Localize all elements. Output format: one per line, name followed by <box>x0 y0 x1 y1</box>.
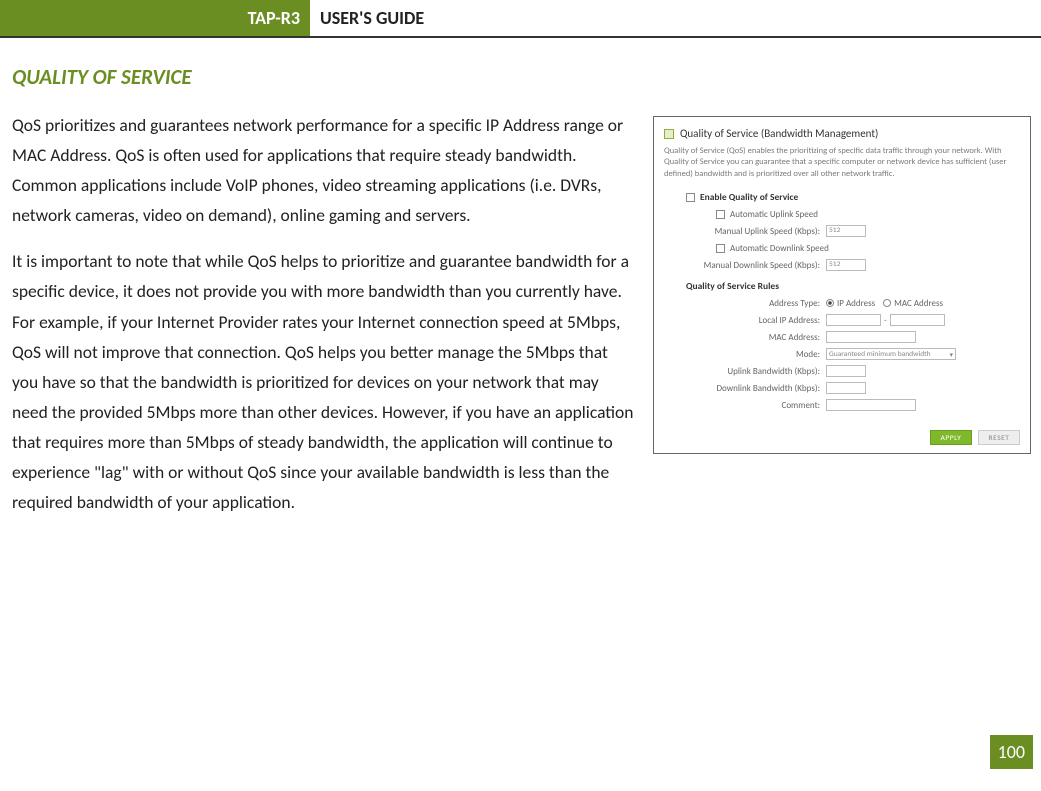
uplink-bw-label: Uplink Bandwidth (Kbps): <box>686 366 826 377</box>
mac-address-label: MAC Address: <box>686 332 826 343</box>
mac-address-input[interactable] <box>826 331 916 343</box>
comment-row: Comment: <box>686 398 1020 412</box>
qos-screenshot-figure: Quality of Service (Bandwidth Management… <box>653 116 1031 454</box>
address-type-label: Address Type: <box>686 298 826 309</box>
reset-button[interactable]: RESET <box>978 430 1020 445</box>
comment-input[interactable] <box>826 399 916 411</box>
downlink-bw-label: Downlink Bandwidth (Kbps): <box>686 383 826 394</box>
uplink-bw-row: Uplink Bandwidth (Kbps): <box>686 364 1020 378</box>
auto-uplink-checkbox[interactable] <box>716 210 725 219</box>
manual-uplink-input[interactable]: 512 <box>826 225 866 237</box>
downlink-bw-input[interactable] <box>826 382 866 394</box>
auto-downlink-row: Automatic Downlink Speed <box>686 241 1020 255</box>
ip-radio-label: IP Address <box>837 298 875 309</box>
figure-buttons: APPLY RESET <box>664 430 1020 445</box>
mac-address-row: MAC Address: <box>686 330 1020 344</box>
address-type-row: Address Type: IP Address MAC Address <box>686 296 1020 310</box>
page-content: QUALITY OF SERVICE Quality of Service (B… <box>0 38 1041 533</box>
comment-label: Comment: <box>686 400 826 411</box>
figure-bullet-icon <box>664 129 674 139</box>
header-product: TAP-R3 <box>0 0 310 36</box>
downlink-bw-row: Downlink Bandwidth (Kbps): <box>686 381 1020 395</box>
figure-title: Quality of Service (Bandwidth Management… <box>680 127 878 140</box>
auto-uplink-row: Automatic Uplink Speed <box>686 207 1020 221</box>
figure-description: Quality of Service (QoS) enables the pri… <box>664 146 1020 180</box>
manual-uplink-row: Manual Uplink Speed (Kbps): 512 <box>686 224 1020 238</box>
header-bar: TAP-R3 USER'S GUIDE <box>0 0 1041 38</box>
section-heading: QUALITY OF SERVICE <box>12 64 1031 90</box>
body-text: Quality of Service (Bandwidth Management… <box>12 110 1031 533</box>
chevron-down-icon: ▾ <box>949 350 953 359</box>
mac-radio-label: MAC Address <box>894 298 943 309</box>
manual-downlink-label: Manual Downlink Speed (Kbps): <box>686 260 826 271</box>
enable-qos-checkbox[interactable] <box>686 193 695 202</box>
apply-button[interactable]: APPLY <box>930 430 972 445</box>
mac-radio[interactable] <box>883 299 891 307</box>
local-ip-input-start[interactable] <box>826 314 881 326</box>
rules-heading: Quality of Service Rules <box>686 280 1020 292</box>
ip-radio[interactable] <box>826 299 834 307</box>
manual-uplink-label: Manual Uplink Speed (Kbps): <box>686 226 826 237</box>
local-ip-input-end[interactable] <box>890 314 945 326</box>
mode-label: Mode: <box>686 349 826 360</box>
header-title: USER'S GUIDE <box>310 0 424 36</box>
enable-qos-row: Enable Quality of Service <box>686 190 1020 204</box>
local-ip-label: Local IP Address: <box>686 315 826 326</box>
manual-downlink-input[interactable]: 512 <box>826 259 866 271</box>
local-ip-row: Local IP Address: - <box>686 313 1020 327</box>
page-number: 100 <box>990 735 1033 769</box>
mode-row: Mode: Guaranteed minimum bandwidth ▾ <box>686 347 1020 361</box>
mode-select-value: Guaranteed minimum bandwidth <box>829 350 931 359</box>
manual-downlink-row: Manual Downlink Speed (Kbps): 512 <box>686 258 1020 272</box>
enable-qos-label: Enable Quality of Service <box>700 191 798 203</box>
ip-range-dash: - <box>884 315 887 326</box>
auto-downlink-checkbox[interactable] <box>716 244 725 253</box>
uplink-bw-input[interactable] <box>826 365 866 377</box>
auto-downlink-label: Automatic Downlink Speed <box>730 243 829 254</box>
mode-select[interactable]: Guaranteed minimum bandwidth ▾ <box>826 348 956 360</box>
figure-title-row: Quality of Service (Bandwidth Management… <box>664 127 1020 140</box>
figure-form: Enable Quality of Service Automatic Upli… <box>664 190 1020 412</box>
auto-uplink-label: Automatic Uplink Speed <box>730 209 818 220</box>
